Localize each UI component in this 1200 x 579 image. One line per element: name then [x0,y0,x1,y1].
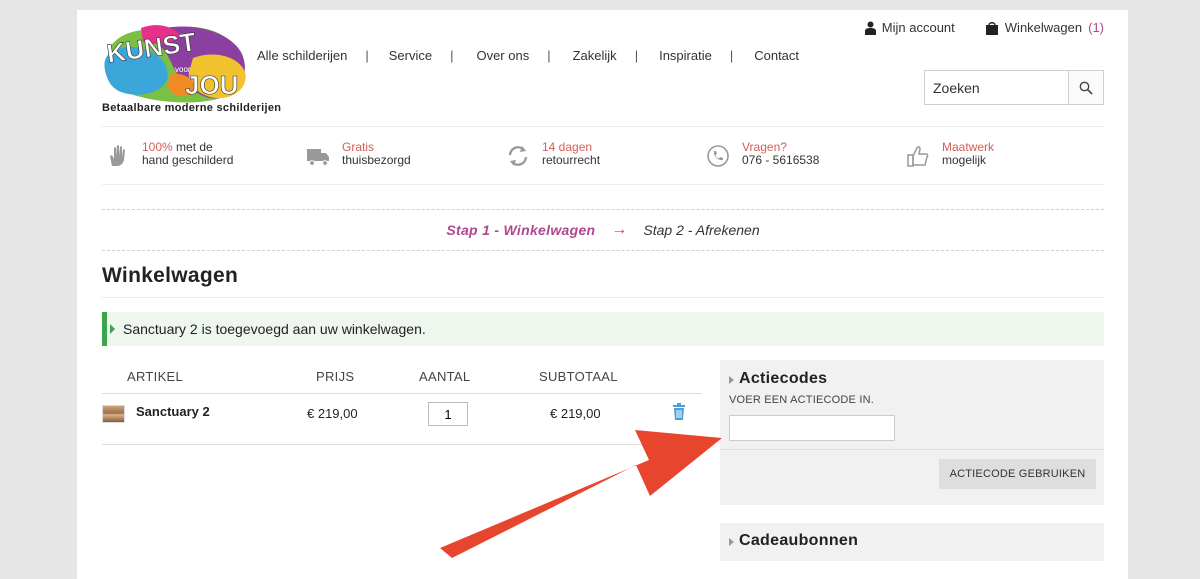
table-row: Sanctuary 2 € 219,00 € 219,00 [102,394,702,445]
column-header-aantal: AANTAL [419,369,471,384]
usp-subtext: hand geschilderd [142,153,234,167]
usp-questions: Vragen? 076 - 5616538 [706,141,819,168]
page-container: KUNST voor JOU Betaalbare moderne schild… [77,10,1128,579]
account-label: Mijn account [881,20,955,35]
divider [102,297,1104,298]
product-thumbnail[interactable] [102,405,125,423]
user-icon [864,21,876,35]
phone-number: 076 - 5616538 [742,153,820,167]
step-2-checkout[interactable]: Stap 2 - Afrekenen [643,222,759,238]
alert-message: Sanctuary 2 is toegevoegd aan uw winkelw… [123,321,426,337]
quantity-input[interactable] [428,402,468,426]
usp-subtext: thuisbezorgd [342,153,411,167]
trash-icon[interactable] [672,403,686,420]
shopping-bag-icon [985,21,998,35]
truck-icon [307,149,329,166]
nav-inspiratie[interactable]: Inspiratie [659,48,712,63]
column-header-artikel: ARTIKEL [127,369,184,384]
usp-hand-painted: 100% met de hand geschilderd [106,141,233,168]
apply-actiecode-button[interactable]: ACTIECODE GEBRUIKEN [939,459,1096,489]
column-header-prijs: PRIJS [316,369,355,384]
account-link[interactable]: Mijn account [864,20,955,35]
usp-custom-work: Maatwerk mogelijk [906,141,994,168]
nav-over-ons[interactable]: Over ons [476,48,529,63]
search-icon [1079,81,1093,95]
column-header-subtotaal: SUBTOTAAL [539,369,618,384]
search-button[interactable] [1068,71,1103,104]
step-1-cart: Stap 1 - Winkelwagen [446,222,596,238]
actiecodes-title: Actiecodes [739,370,828,387]
nav-separator: | [365,48,369,63]
top-right-links: Mijn account Winkelwagen (1) [864,20,1104,35]
cadeaubonnen-title: Cadeaubonnen [739,532,859,549]
usp-text: met de [172,140,213,154]
alert-caret-icon [110,324,115,334]
cart-count: (1) [1088,20,1104,35]
actiecode-label: VOER EEN ACTIECODE IN. [729,394,874,406]
caret-right-icon [729,538,734,546]
success-alert: Sanctuary 2 is toegevoegd aan uw winkelw… [102,312,1104,346]
thumbs-up-icon [907,146,929,167]
cart-link[interactable]: Winkelwagen (1) [985,20,1104,35]
step-arrow-icon: → [611,221,628,238]
cart-label: Winkelwagen [1004,20,1083,35]
search-box [924,70,1104,105]
usp-subtext: mogelijk [942,153,987,167]
nav-separator: | [729,48,734,63]
nav-separator: | [547,48,551,63]
checkout-steps: Stap 1 - Winkelwagen → Stap 2 - Afrekene… [102,209,1104,251]
usp-highlight: 100% [142,140,173,154]
tagline: Betaalbare moderne schilderijen [102,102,282,114]
logo-text-jou: JOU [185,70,238,100]
actiecode-input[interactable] [729,415,895,441]
cadeaubonnen-panel: Cadeaubonnen [720,523,1104,561]
actiecodes-panel: Actiecodes VOER EEN ACTIECODE IN. ACTIEC… [720,360,1104,505]
usp-free-delivery: Gratis thuisbezorgd [306,141,411,168]
product-name[interactable]: Sanctuary 2 [136,404,210,419]
refresh-icon [508,146,528,166]
search-input[interactable] [925,71,1068,104]
nav-alle-schilderijen[interactable]: Alle schilderijen [257,48,347,63]
usp-return-policy: 14 dagen retourrecht [506,141,600,168]
phone-icon [707,145,729,167]
cart-table: ARTIKEL PRIJS AANTAL SUBTOTAAL Sanctuary… [102,366,702,445]
main-nav: Alle schilderijen | Service | Over ons |… [257,48,799,63]
nav-service[interactable]: Service [389,48,432,63]
caret-right-icon [729,376,734,384]
product-price: € 219,00 [307,406,358,421]
hand-icon [110,145,125,166]
usp-subtext: retourrecht [542,153,601,167]
kunst-voor-jou-logo[interactable]: KUNST voor JOU [101,22,247,104]
divider [720,449,1104,450]
nav-separator: | [634,48,639,63]
product-subtotal: € 219,00 [550,406,601,421]
actiecodes-header[interactable]: Actiecodes [720,370,1104,388]
nav-contact[interactable]: Contact [754,48,799,63]
usp-bar: 100% met de hand geschilderd Gratis thui… [102,126,1104,185]
cadeaubonnen-header[interactable]: Cadeaubonnen [720,523,1104,550]
cart-table-header: ARTIKEL PRIJS AANTAL SUBTOTAAL [102,366,702,394]
nav-zakelijk[interactable]: Zakelijk [573,48,617,63]
nav-separator: | [450,48,454,63]
page-title: Winkelwagen [102,264,239,287]
